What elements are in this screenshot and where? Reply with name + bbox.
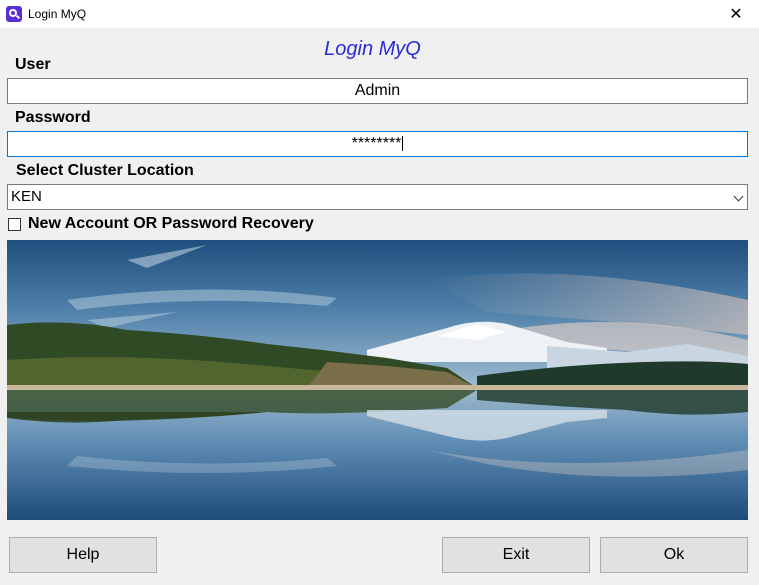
ok-button[interactable]: Ok: [600, 537, 748, 573]
myq-logo-icon: [6, 6, 22, 22]
user-value: Admin: [354, 82, 401, 99]
user-label: User: [15, 56, 51, 73]
recovery-checkbox-row[interactable]: New Account OR Password Recovery: [8, 215, 314, 233]
cluster-select[interactable]: KEN: [7, 184, 748, 210]
password-label: Password: [15, 109, 91, 126]
close-icon: ✕: [729, 6, 743, 23]
text-caret: [402, 136, 404, 152]
user-input[interactable]: Admin: [7, 78, 748, 104]
help-button[interactable]: Help: [9, 537, 157, 573]
close-button[interactable]: ✕: [713, 0, 759, 28]
cluster-selected-value: KEN: [11, 188, 42, 205]
page-title: Login MyQ: [324, 38, 421, 60]
recovery-checkbox-label[interactable]: New Account OR Password Recovery: [28, 215, 314, 233]
window-title: Login MyQ: [28, 7, 87, 21]
password-value: ********: [351, 135, 402, 152]
chevron-down-icon: [733, 191, 744, 202]
exit-button[interactable]: Exit: [442, 537, 590, 573]
recovery-checkbox[interactable]: [8, 217, 21, 231]
cluster-label: Select Cluster Location: [16, 162, 194, 179]
title-bar: Login MyQ ✕: [0, 0, 759, 28]
landscape-image: [7, 240, 748, 520]
password-input[interactable]: ********: [7, 131, 748, 157]
